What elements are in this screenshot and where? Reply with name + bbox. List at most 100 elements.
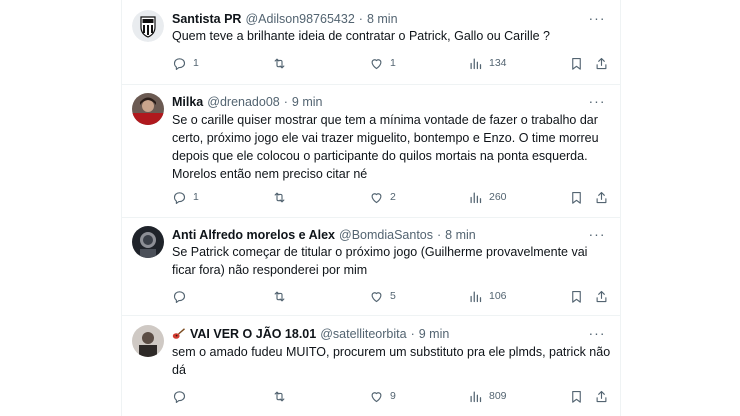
like-count: 1 <box>390 57 396 69</box>
timeline-feed: Santista PR @Adilson98765432 · 8 min ···… <box>0 0 740 416</box>
bookmark-icon <box>572 290 581 303</box>
views-button[interactable]: 106 <box>468 288 507 304</box>
display-name[interactable]: VAI VER O JÃO 18.01 <box>190 327 316 341</box>
bookmark-icon <box>572 390 581 403</box>
tweet-text: Se Patrick começar de titular o próximo … <box>172 245 588 277</box>
heart-icon <box>371 58 382 69</box>
views-chart-icon <box>470 58 482 69</box>
share-button[interactable] <box>594 288 609 304</box>
heart-icon <box>371 291 382 302</box>
views-button[interactable]: 260 <box>468 189 507 205</box>
column-border-right <box>620 0 621 416</box>
more-dots-icon[interactable]: ··· <box>588 226 606 242</box>
santos-crest-icon <box>132 10 164 42</box>
reply-button[interactable]: 1 <box>172 55 199 71</box>
like-button[interactable]: 9 <box>369 388 396 404</box>
timestamp[interactable]: 8 min <box>445 228 476 242</box>
tweet-actions: 1 2 260 <box>172 189 612 205</box>
share-button[interactable] <box>594 55 609 71</box>
tweet-divider <box>122 217 620 218</box>
display-name[interactable]: Santista PR <box>172 12 241 26</box>
retweet-icon <box>274 391 285 401</box>
tweet-divider <box>122 315 620 316</box>
display-name[interactable]: Milka <box>172 95 203 109</box>
share-icon <box>596 191 607 203</box>
views-count: 106 <box>489 290 507 302</box>
like-button[interactable]: 5 <box>369 288 396 304</box>
like-count: 2 <box>390 191 396 203</box>
reply-button[interactable] <box>172 388 193 404</box>
share-button[interactable] <box>594 388 609 404</box>
tweet[interactable]: Santista PR @Adilson98765432 · 8 min ···… <box>122 10 620 76</box>
retweet-button[interactable] <box>272 288 293 304</box>
more-dots-icon[interactable]: ··· <box>588 10 606 26</box>
tweet-text: Se o carille quiser mostrar que tem a mí… <box>172 113 599 181</box>
more-dots-icon[interactable]: ··· <box>588 325 606 341</box>
retweet-button[interactable] <box>272 388 293 404</box>
tweet[interactable]: VAI VER O JÃO 18.01 @satelliteorbita · 9… <box>122 325 620 405</box>
timestamp[interactable]: 8 min <box>367 12 398 26</box>
like-count: 5 <box>390 290 396 302</box>
views-chart-icon <box>470 192 482 203</box>
tweet-actions: 5 106 <box>172 288 612 304</box>
tweet-actions: 1 1 134 <box>172 55 612 71</box>
separator-dot: · <box>358 12 363 26</box>
share-icon <box>596 390 607 402</box>
user-photo-icon <box>132 93 164 125</box>
tweet-text: Quem teve a brilhante ideia de contratar… <box>172 29 550 43</box>
reply-icon <box>173 57 186 70</box>
views-count: 134 <box>489 57 507 69</box>
user-handle[interactable]: @Adilson98765432 <box>245 12 354 26</box>
tweet[interactable]: Milka @drenado08 · 9 min ··· Se o carill… <box>122 93 620 211</box>
more-dots-icon[interactable]: ··· <box>588 93 606 109</box>
tweet-divider <box>122 84 620 85</box>
share-icon <box>596 57 607 69</box>
tweet-header: Milka @drenado08 · 9 min <box>172 93 322 111</box>
tweet-actions: 9 809 <box>172 388 612 404</box>
views-button[interactable]: 134 <box>468 55 507 71</box>
reply-icon <box>173 390 186 403</box>
bookmark-icon <box>572 191 581 204</box>
retweet-button[interactable] <box>272 189 293 205</box>
reply-count: 1 <box>193 57 199 69</box>
bookmark-button[interactable] <box>569 288 584 304</box>
views-count: 809 <box>489 390 507 402</box>
views-chart-icon <box>470 291 482 302</box>
heart-icon <box>371 391 382 402</box>
reply-icon <box>173 191 186 204</box>
display-name[interactable]: Anti Alfredo morelos e Alex <box>172 228 335 242</box>
tweet-header: VAI VER O JÃO 18.01 @satelliteorbita · 9… <box>172 325 449 343</box>
like-button[interactable]: 1 <box>369 55 396 71</box>
user-handle[interactable]: @BomdiaSantos <box>339 228 433 242</box>
share-button[interactable] <box>594 189 609 205</box>
user-handle[interactable]: @satelliteorbita <box>320 327 406 341</box>
bookmark-icon <box>572 57 581 70</box>
timestamp[interactable]: 9 min <box>419 327 450 341</box>
timestamp[interactable]: 9 min <box>292 95 323 109</box>
tweet-text: sem o amado fudeu MUITO, procurem um sub… <box>172 345 611 377</box>
user-handle[interactable]: @drenado08 <box>207 95 279 109</box>
share-icon <box>596 290 607 302</box>
reply-button[interactable]: 1 <box>172 189 199 205</box>
bookmark-button[interactable] <box>569 55 584 71</box>
views-button[interactable]: 809 <box>468 388 507 404</box>
user-photo-icon <box>132 325 164 357</box>
tweet-header: Anti Alfredo morelos e Alex @BomdiaSanto… <box>172 226 476 244</box>
tweet[interactable]: Anti Alfredo morelos e Alex @BomdiaSanto… <box>122 226 620 306</box>
tweet-header: Santista PR @Adilson98765432 · 8 min <box>172 10 398 28</box>
separator-dot: · <box>437 228 442 242</box>
avatar[interactable] <box>132 325 164 357</box>
bookmark-button[interactable] <box>569 388 584 404</box>
reply-icon <box>173 290 186 303</box>
separator-dot: · <box>410 327 415 341</box>
like-button[interactable]: 2 <box>369 189 396 205</box>
reply-button[interactable] <box>172 288 193 304</box>
retweet-button[interactable] <box>272 55 293 71</box>
retweet-icon <box>274 58 285 68</box>
avatar[interactable] <box>132 10 164 42</box>
avatar[interactable] <box>132 93 164 125</box>
retweet-icon <box>274 192 285 202</box>
avatar[interactable] <box>132 226 164 258</box>
bookmark-button[interactable] <box>569 189 584 205</box>
retweet-icon <box>274 291 285 301</box>
